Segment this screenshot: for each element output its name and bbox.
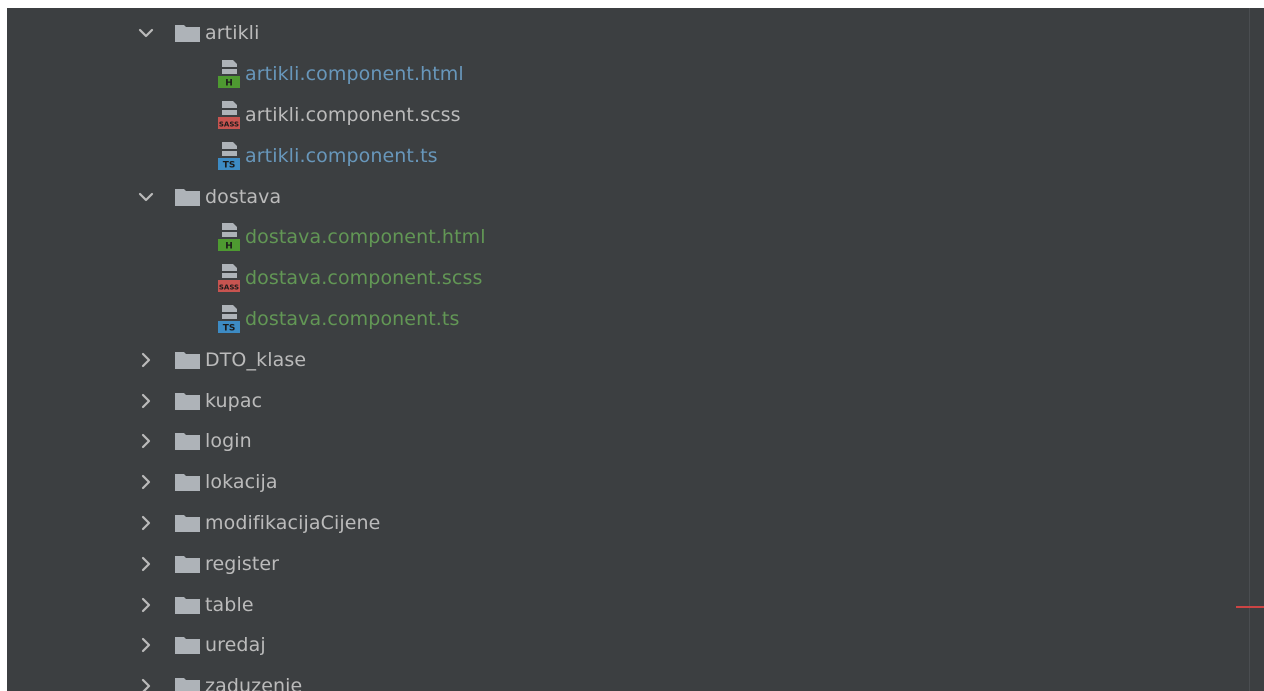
chevron-right-icon[interactable] — [135, 594, 157, 616]
tree-file-row[interactable]: Hartikli.component.html — [7, 54, 1247, 95]
folder-icon — [174, 513, 201, 533]
file-label: artikli.component.html — [245, 63, 464, 86]
html-file-icon: H — [216, 58, 242, 90]
folder-icon — [174, 595, 201, 615]
chevron-right-icon[interactable] — [135, 553, 157, 575]
folder-icon — [174, 391, 201, 411]
tree-file-row[interactable]: Hdostava.component.html — [7, 217, 1247, 258]
chevron-right-icon[interactable] — [135, 471, 157, 493]
folder-label: register — [205, 552, 280, 575]
folder-icon — [174, 23, 201, 43]
tree-file-row[interactable]: SASS artikli.component.scss — [7, 95, 1247, 136]
chevron-right-icon[interactable] — [135, 512, 157, 534]
tree-folder-row[interactable]: DTO_klase — [7, 339, 1247, 380]
folder-label: dostava — [205, 185, 282, 208]
svg-text:TS: TS — [223, 323, 236, 333]
folder-icon — [174, 431, 201, 451]
svg-text:SASS: SASS — [219, 120, 239, 128]
file-label: artikli.component.ts — [245, 144, 438, 167]
chevron-down-icon[interactable] — [135, 22, 157, 44]
folder-label: kupac — [205, 389, 263, 412]
chevron-down-icon[interactable] — [135, 186, 157, 208]
tree-folder-row[interactable]: register — [7, 543, 1247, 584]
folder-label: DTO_klase — [205, 348, 307, 371]
vertical-scrollbar[interactable] — [1249, 8, 1264, 691]
project-tree-panel: artikli Hartikli.component.html SASS artikl… — [7, 8, 1264, 691]
chevron-right-icon[interactable] — [135, 349, 157, 371]
folder-icon — [174, 676, 201, 691]
chevron-right-icon[interactable] — [135, 390, 157, 412]
tree-file-row[interactable]: TS artikli.component.ts — [7, 135, 1247, 176]
folder-label: table — [205, 593, 254, 616]
folder-icon — [174, 350, 201, 370]
tree-folder-row[interactable]: kupac — [7, 380, 1247, 421]
sass-file-icon: SASS — [216, 99, 242, 131]
tree-folder-row[interactable]: zaduzenje — [7, 666, 1247, 691]
svg-text:H: H — [225, 79, 233, 89]
folder-label: zaduzenje — [205, 675, 303, 691]
tree-folder-row[interactable]: uredaj — [7, 625, 1247, 666]
file-label: artikli.component.scss — [245, 103, 461, 126]
tree-file-row[interactable]: SASS dostava.component.scss — [7, 258, 1247, 299]
folder-icon — [174, 472, 201, 492]
html-file-icon: H — [216, 221, 242, 253]
folder-label: uredaj — [205, 634, 266, 657]
tree-folder-row[interactable]: login — [7, 421, 1247, 462]
file-label: dostava.component.html — [245, 226, 486, 249]
tree-file-row[interactable]: TS dostava.component.ts — [7, 299, 1247, 340]
chevron-right-icon[interactable] — [135, 675, 157, 691]
folder-icon — [174, 187, 201, 207]
error-stripe-marker[interactable] — [1236, 606, 1264, 608]
folder-label: login — [205, 430, 252, 453]
file-label: dostava.component.scss — [245, 267, 483, 290]
folder-label: artikli — [205, 22, 260, 45]
svg-text:TS: TS — [223, 160, 236, 170]
sass-file-icon: SASS — [216, 262, 242, 294]
tree-folder-row[interactable]: lokacija — [7, 462, 1247, 503]
ts-file-icon: TS — [216, 140, 242, 172]
folder-icon — [174, 635, 201, 655]
ts-file-icon: TS — [216, 303, 242, 335]
chevron-right-icon[interactable] — [135, 634, 157, 656]
tree-folder-row[interactable]: artikli — [7, 13, 1247, 54]
file-tree: artikli Hartikli.component.html SASS artikl… — [7, 13, 1247, 691]
file-label: dostava.component.ts — [245, 307, 460, 330]
folder-icon — [174, 554, 201, 574]
chevron-right-icon[interactable] — [135, 430, 157, 452]
folder-label: modifikacijaCijene — [205, 511, 381, 534]
folder-label: lokacija — [205, 471, 278, 494]
tree-folder-row[interactable]: dostava — [7, 176, 1247, 217]
tree-folder-row[interactable]: table — [7, 584, 1247, 625]
svg-text:SASS: SASS — [219, 284, 239, 292]
tree-folder-row[interactable]: modifikacijaCijene — [7, 503, 1247, 544]
svg-text:H: H — [225, 242, 233, 252]
